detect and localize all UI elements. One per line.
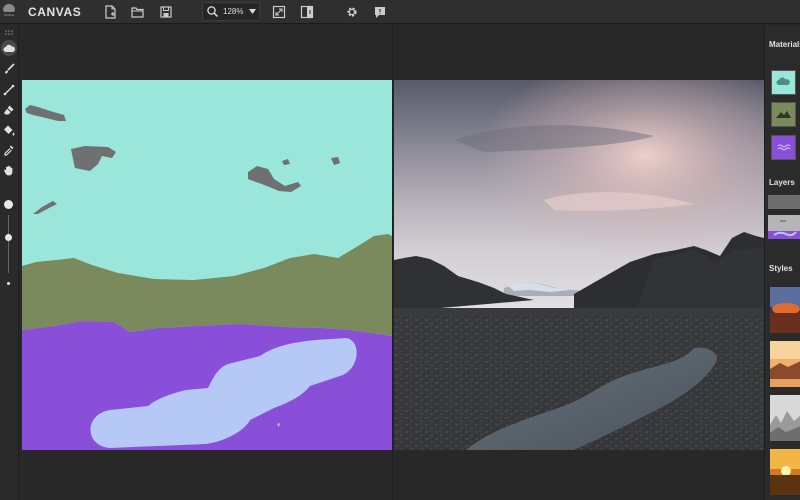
style-sunset-ocean-image <box>770 287 800 333</box>
mountain-icon <box>776 111 791 118</box>
style-thumbnail[interactable] <box>770 287 800 333</box>
right-panel: Materials Layers Styles <box>764 25 800 500</box>
eraser-tool[interactable] <box>1 102 17 118</box>
workspace-divider <box>392 25 393 500</box>
open-folder-icon <box>131 7 144 18</box>
cloud-icon <box>3 44 15 52</box>
zoom-value: 128% <box>223 7 244 16</box>
brush-icon <box>5 63 15 74</box>
grip-icon <box>5 30 13 35</box>
brush-size-small-indicator <box>7 282 10 285</box>
nvidia-eye-icon <box>3 4 15 12</box>
eraser-icon <box>4 105 14 115</box>
cloud-icon <box>776 77 790 85</box>
panel-grip[interactable] <box>1 25 17 41</box>
tools-sidebar <box>0 25 19 500</box>
layers-label: Layers <box>769 178 795 187</box>
save-icon <box>160 6 172 18</box>
style-thumbnail[interactable] <box>770 341 800 387</box>
pan-tool[interactable] <box>1 162 17 178</box>
style-thumbnail[interactable] <box>770 395 800 441</box>
new-file-icon <box>105 5 116 19</box>
new-file-button[interactable] <box>101 3 119 21</box>
app-title: CANVAS <box>28 5 82 19</box>
styles-label: Styles <box>769 264 793 273</box>
brush-tool[interactable] <box>1 61 17 77</box>
save-button[interactable] <box>157 3 175 21</box>
gear-icon <box>347 7 357 17</box>
feedback-icon <box>375 7 385 18</box>
generated-landscape-image <box>394 80 764 450</box>
chevron-down-icon <box>249 9 256 14</box>
layer-row[interactable] <box>768 195 800 209</box>
material-tool[interactable] <box>1 40 17 56</box>
brush-size-large-indicator <box>4 200 13 209</box>
open-button[interactable] <box>129 3 147 21</box>
fill-tool[interactable] <box>1 122 17 138</box>
style-orange-dusk-image <box>770 341 800 387</box>
brush-size-slider-knob[interactable] <box>5 234 12 242</box>
settings-button[interactable] <box>343 3 361 21</box>
material-swatch-mountain[interactable] <box>771 102 796 127</box>
layer-thumbnail <box>768 215 800 239</box>
line-icon <box>3 84 15 96</box>
material-swatch-sky[interactable] <box>771 70 796 95</box>
landscape-render <box>394 80 764 450</box>
line-tool[interactable] <box>1 82 17 98</box>
logo-text: NVIDIA <box>3 13 14 17</box>
split-view-icon <box>300 5 314 19</box>
feedback-button[interactable] <box>371 3 389 21</box>
brush-size-slider[interactable] <box>8 215 9 273</box>
segmentation-drawing <box>22 80 392 450</box>
zoom-select[interactable]: 128% <box>202 2 260 21</box>
fit-screen-button[interactable] <box>270 3 288 21</box>
layer-row-selected[interactable] <box>768 215 800 239</box>
style-misty-forest-image <box>770 395 800 441</box>
split-view-button[interactable] <box>298 3 316 21</box>
hand-icon <box>4 165 13 176</box>
style-thumbnail[interactable] <box>770 449 800 495</box>
segmentation-canvas[interactable] <box>22 80 392 450</box>
zoom-icon <box>207 6 219 18</box>
top-toolbar: NVIDIA CANVAS 128% <box>0 0 800 24</box>
nvidia-logo: NVIDIA <box>2 3 16 19</box>
materials-label: Materials <box>769 40 800 49</box>
material-swatch-water[interactable] <box>771 135 796 160</box>
style-golden-sunset-image <box>770 449 800 495</box>
eyedropper-tool[interactable] <box>1 142 17 158</box>
fit-screen-icon <box>272 5 286 19</box>
water-icon <box>777 144 791 151</box>
fill-bucket-icon <box>4 125 15 136</box>
eyedropper-icon <box>4 145 14 156</box>
